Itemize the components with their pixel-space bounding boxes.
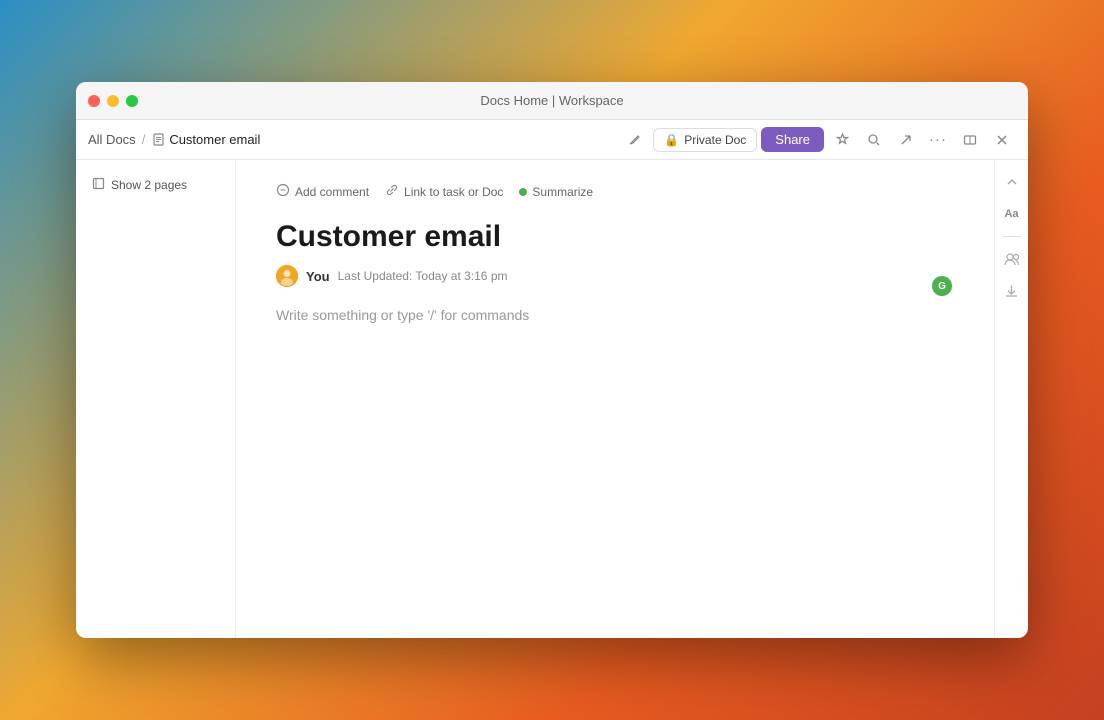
titlebar-title: Docs Home | Workspace — [480, 93, 623, 108]
pages-icon — [92, 177, 105, 193]
ai-indicator: G — [932, 276, 952, 296]
add-comment-label: Add comment — [295, 185, 369, 199]
close-button[interactable] — [988, 126, 1016, 154]
meta-author: You — [306, 269, 330, 284]
download-button[interactable] — [998, 277, 1026, 305]
show-pages-button[interactable]: Show 2 pages — [84, 172, 227, 198]
show-pages-label: Show 2 pages — [111, 178, 187, 192]
breadcrumb-current-label: Customer email — [169, 132, 260, 147]
collaborators-button[interactable] — [998, 245, 1026, 273]
maximize-traffic-light[interactable] — [126, 95, 138, 107]
export-button[interactable] — [892, 126, 920, 154]
lock-icon: 🔒 — [664, 133, 679, 147]
link-icon — [385, 183, 399, 200]
avatar-image — [276, 265, 298, 287]
toolbar: All Docs / Customer email — [76, 120, 1028, 160]
link-task-action[interactable]: Link to task or Doc — [385, 180, 503, 203]
traffic-lights — [88, 95, 138, 107]
doc-placeholder: Write something or type '/' for commands — [276, 307, 529, 323]
left-sidebar: Show 2 pages — [76, 160, 236, 638]
font-icon: Aa — [1004, 208, 1018, 220]
star-button[interactable] — [828, 126, 856, 154]
breadcrumb: All Docs / Customer email — [88, 132, 615, 147]
scroll-up-button[interactable] — [998, 168, 1026, 196]
avatar — [276, 265, 298, 287]
doc-meta: You Last Updated: Today at 3:16 pm — [276, 265, 946, 287]
font-settings-button[interactable]: Aa — [998, 200, 1026, 228]
close-traffic-light[interactable] — [88, 95, 100, 107]
more-icon: ··· — [929, 131, 947, 148]
share-button[interactable]: Share — [761, 127, 824, 152]
breadcrumb-separator: / — [142, 132, 146, 147]
toolbar-actions: 🔒 Private Doc Share ··· — [621, 126, 1016, 154]
doc-editor[interactable]: Write something or type '/' for commands — [276, 307, 946, 323]
split-view-button[interactable] — [956, 126, 984, 154]
comment-icon — [276, 183, 290, 200]
breadcrumb-current: Customer email — [151, 132, 260, 147]
summarize-action[interactable]: Summarize — [519, 182, 593, 202]
search-button[interactable] — [860, 126, 888, 154]
doc-area: Add comment Link to task or Doc Summar — [236, 160, 994, 638]
right-sidebar-separator — [1002, 236, 1022, 237]
right-sidebar: Aa — [994, 160, 1028, 638]
minimize-traffic-light[interactable] — [107, 95, 119, 107]
summarize-dot-icon — [519, 188, 527, 196]
doc-toolbar: Add comment Link to task or Doc Summar — [276, 180, 946, 203]
more-options-button[interactable]: ··· — [924, 126, 952, 154]
link-task-label: Link to task or Doc — [404, 185, 503, 199]
doc-file-icon — [151, 133, 165, 147]
add-comment-action[interactable]: Add comment — [276, 180, 369, 203]
doc-title[interactable]: Customer email — [276, 219, 946, 255]
main-content: Show 2 pages Add comment — [76, 160, 1028, 638]
summarize-label: Summarize — [532, 185, 593, 199]
private-doc-label: Private Doc — [684, 133, 746, 147]
private-doc-button[interactable]: 🔒 Private Doc — [653, 128, 757, 152]
breadcrumb-parent[interactable]: All Docs — [88, 132, 136, 147]
app-window: Docs Home | Workspace All Docs / Custome… — [76, 82, 1028, 638]
titlebar: Docs Home | Workspace — [76, 82, 1028, 120]
ai-indicator-label: G — [938, 281, 946, 292]
meta-updated: Last Updated: Today at 3:16 pm — [338, 269, 508, 283]
edit-mode-button[interactable] — [621, 126, 649, 154]
